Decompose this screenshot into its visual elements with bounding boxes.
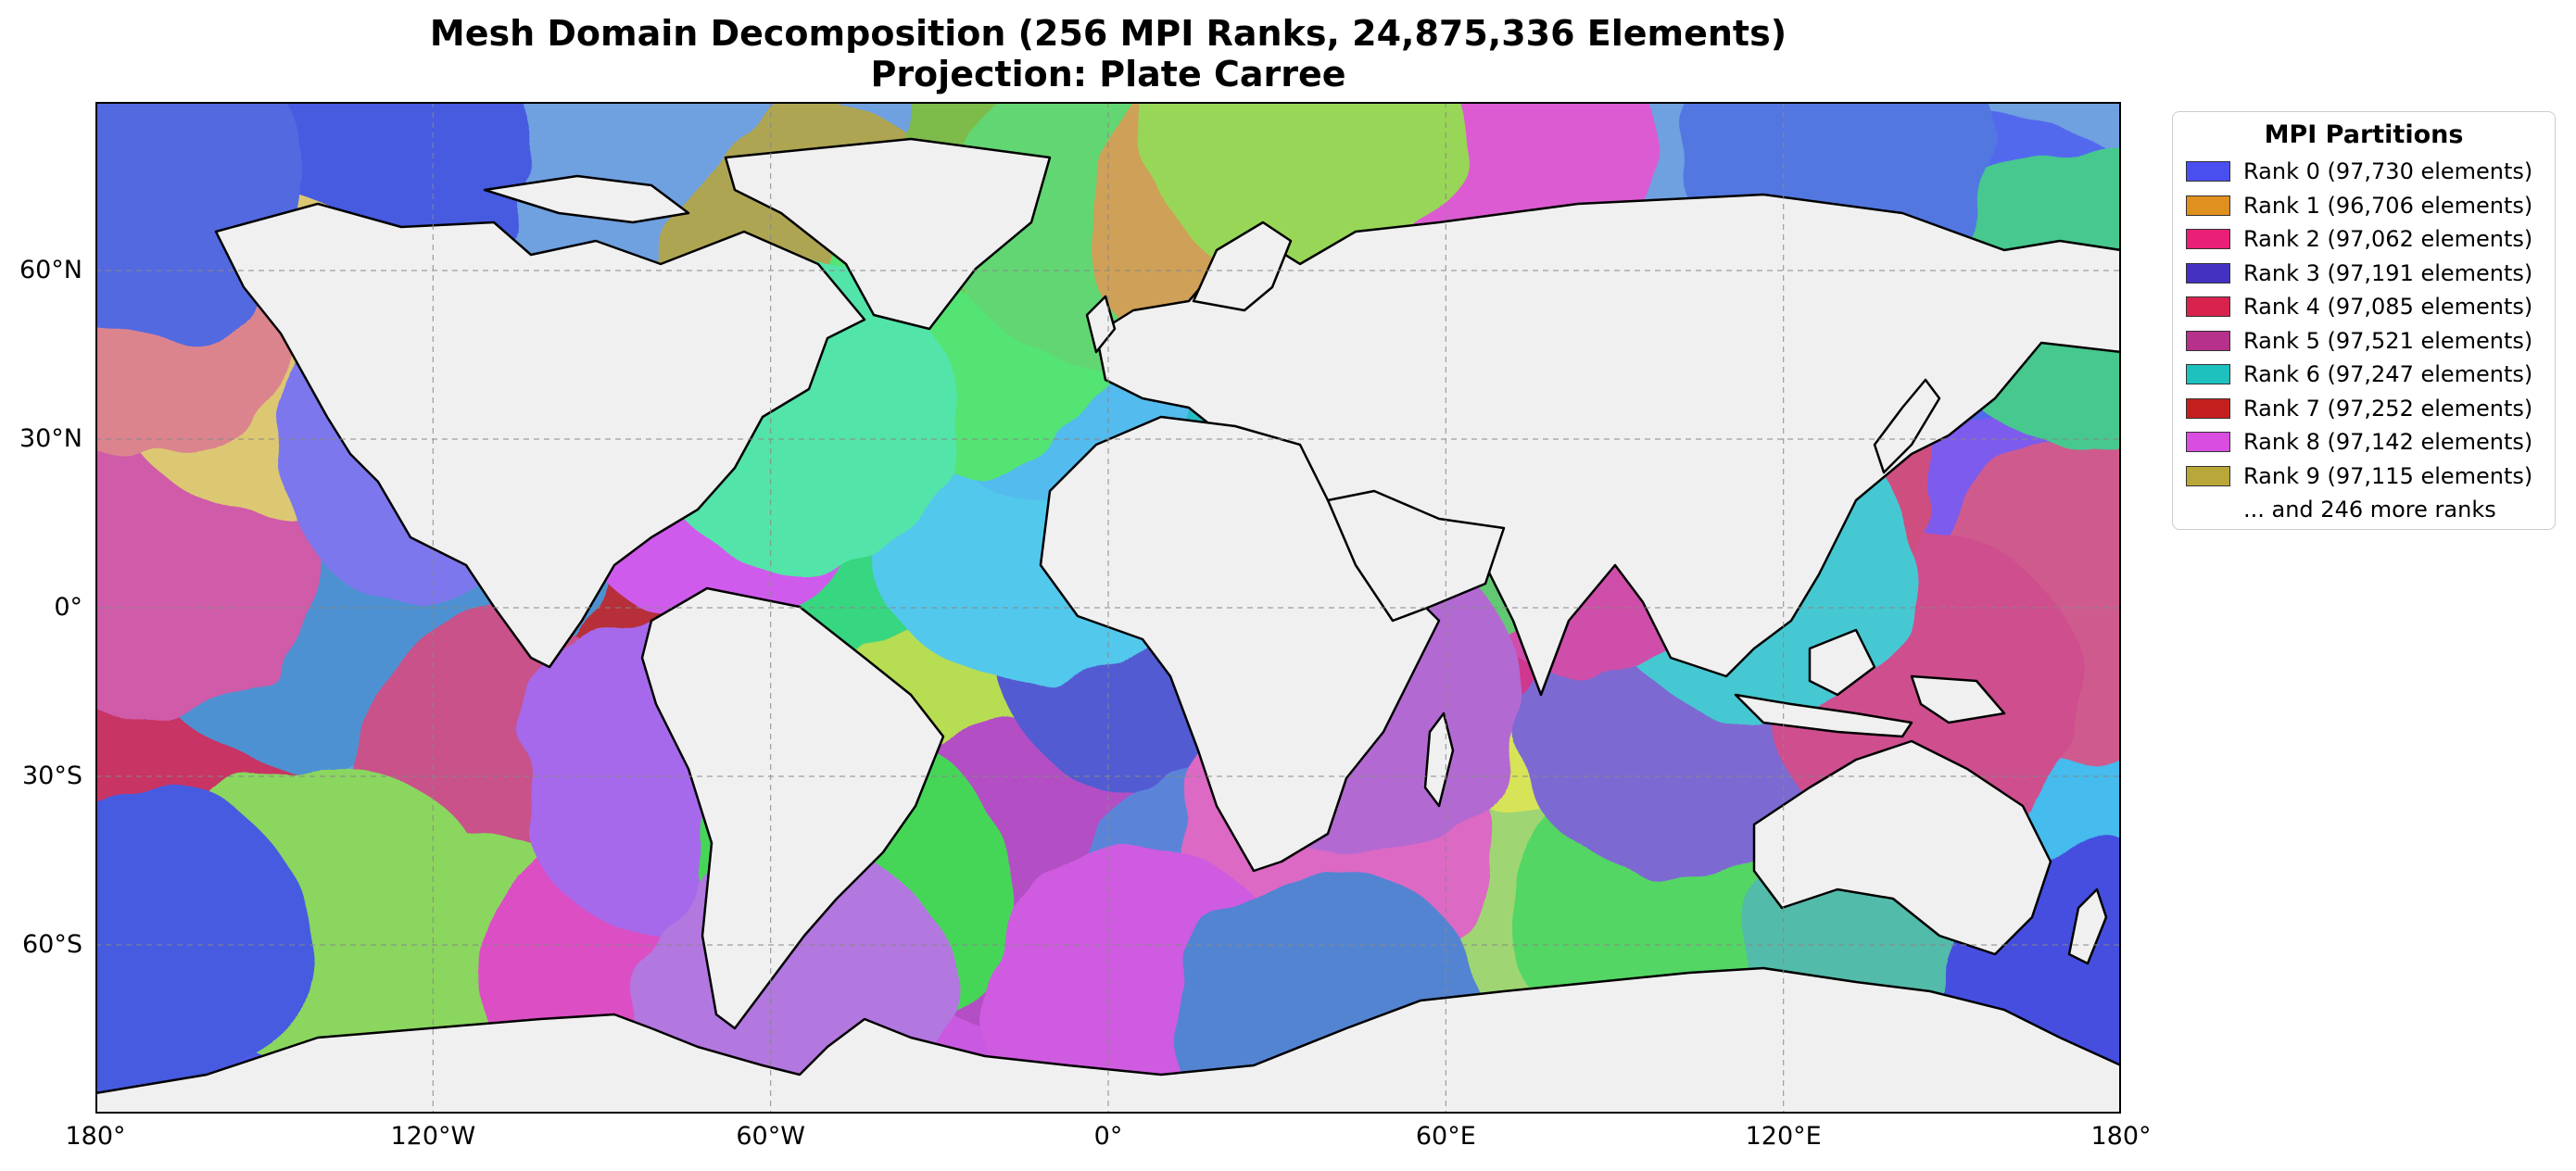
legend-entry: Rank 7 (97,252 elements) bbox=[2186, 392, 2542, 426]
legend-entry: Rank 8 (97,142 elements) bbox=[2186, 425, 2542, 460]
legend-label: Rank 3 (97,191 elements) bbox=[2243, 259, 2533, 286]
legend-title: MPI Partitions bbox=[2264, 120, 2464, 149]
x-tick-label: 60°W bbox=[736, 1122, 805, 1151]
figure-subtitle: Projection: Plate Carree bbox=[870, 54, 1346, 94]
legend-entry: Rank 2 (97,062 elements) bbox=[2186, 222, 2542, 257]
world-map bbox=[95, 102, 2121, 1114]
legend-swatch bbox=[2186, 161, 2230, 183]
legend: MPI Partitions Rank 0 (97,730 elements) R… bbox=[2172, 111, 2556, 530]
legend-entry: Rank 9 (97,115 elements) bbox=[2186, 460, 2542, 494]
figure-title: Mesh Domain Decomposition (256 MPI Ranks… bbox=[429, 13, 1787, 54]
x-tick-label: 120°W bbox=[390, 1122, 476, 1151]
legend-label: Rank 2 (97,062 elements) bbox=[2243, 226, 2533, 253]
legend-label: Rank 8 (97,142 elements) bbox=[2243, 429, 2533, 456]
x-tick-label: 0° bbox=[1093, 1122, 1123, 1151]
legend-label: Rank 7 (97,252 elements) bbox=[2243, 395, 2533, 422]
legend-swatch bbox=[2186, 330, 2230, 351]
x-tick-label: 180° bbox=[65, 1122, 126, 1151]
legend-label: Rank 1 (96,706 elements) bbox=[2243, 192, 2533, 219]
legend-swatch bbox=[2186, 397, 2230, 419]
x-tick-label: 60°E bbox=[1415, 1122, 1476, 1151]
legend-entry: Rank 6 (97,247 elements) bbox=[2186, 358, 2542, 392]
legend-entry: Rank 3 (97,191 elements) bbox=[2186, 257, 2542, 291]
legend-swatch bbox=[2186, 262, 2230, 283]
legend-swatch bbox=[2186, 364, 2230, 385]
y-tick-label: 0° bbox=[54, 593, 82, 622]
legend-swatch bbox=[2186, 229, 2230, 250]
legend-swatch bbox=[2186, 432, 2230, 453]
x-tick-label: 180° bbox=[2090, 1122, 2152, 1151]
legend-label: Rank 5 (97,521 elements) bbox=[2243, 327, 2533, 354]
legend-label: Rank 9 (97,115 elements) bbox=[2243, 462, 2533, 489]
y-tick-label: 30°S bbox=[22, 762, 82, 790]
legend-label: Rank 0 (97,730 elements) bbox=[2243, 158, 2533, 185]
legend-swatch bbox=[2186, 195, 2230, 216]
y-tick-label: 60°N bbox=[19, 256, 82, 284]
x-tick-label: 120°E bbox=[1745, 1122, 1822, 1151]
y-tick-label: 60°S bbox=[22, 930, 82, 959]
legend-label: Rank 6 (97,247 elements) bbox=[2243, 361, 2533, 388]
legend-swatch bbox=[2186, 465, 2230, 486]
legend-entry: Rank 0 (97,730 elements) bbox=[2186, 155, 2542, 189]
legend-entries: Rank 0 (97,730 elements) Rank 1 (96,706 e… bbox=[2186, 155, 2542, 493]
legend-label: Rank 4 (97,085 elements) bbox=[2243, 294, 2533, 321]
legend-entry: Rank 5 (97,521 elements) bbox=[2186, 324, 2542, 359]
legend-entry: Rank 4 (97,085 elements) bbox=[2186, 290, 2542, 324]
legend-swatch bbox=[2186, 296, 2230, 318]
legend-entry: Rank 1 (96,706 elements) bbox=[2186, 189, 2542, 223]
y-tick-label: 30°N bbox=[19, 424, 82, 453]
legend-more-ranks: ... and 246 more ranks bbox=[2243, 497, 2496, 523]
